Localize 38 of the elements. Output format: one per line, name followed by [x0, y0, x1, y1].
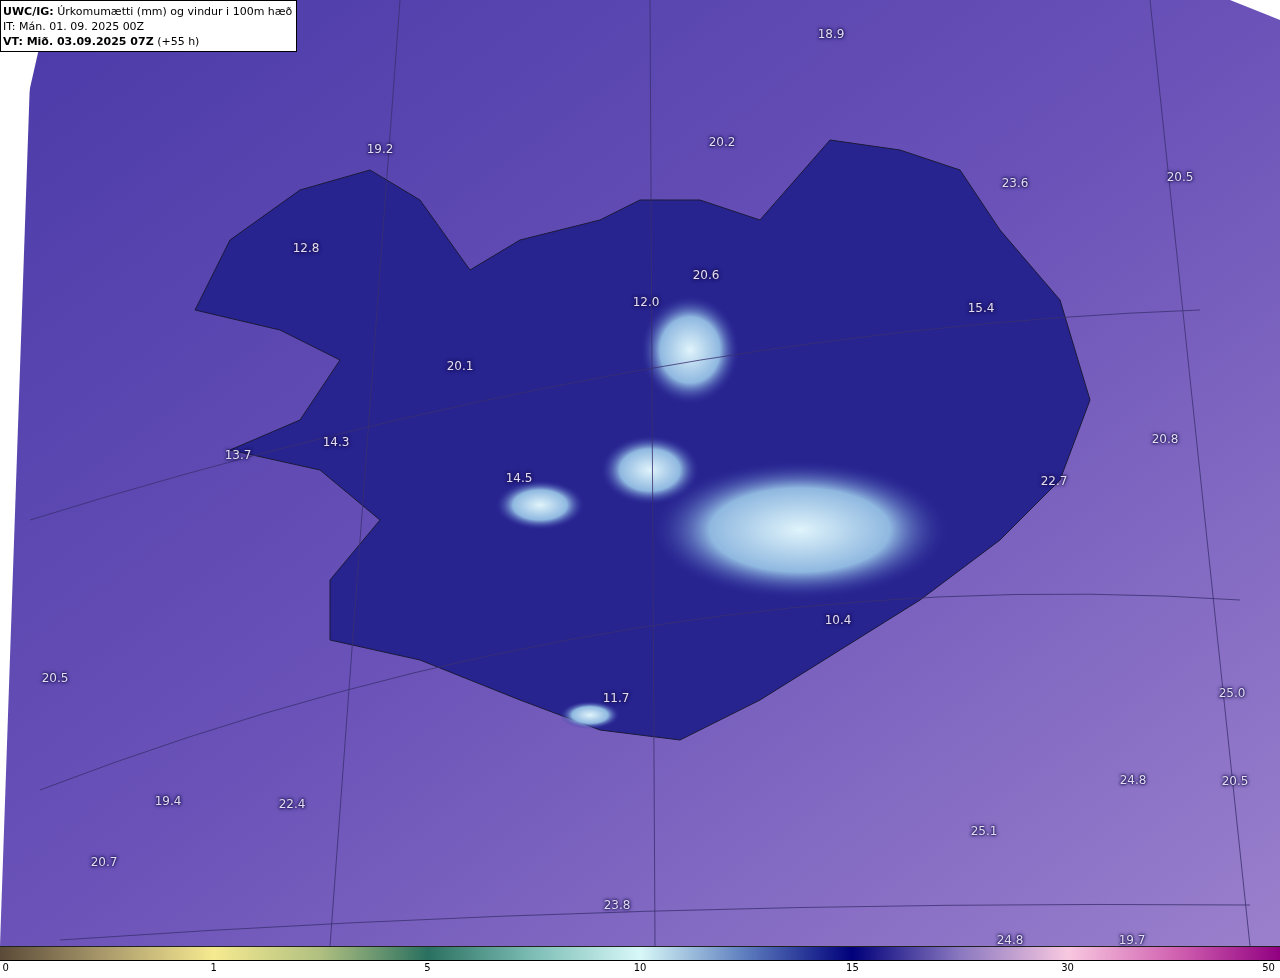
map-title: UWC/IG: Úrkomumætti (mm) og vindur i 100m hæð: [3, 4, 293, 19]
map-value-label: 22.4: [278, 797, 306, 811]
issue-time: IT: Mán. 01. 09. 2025 00Z: [3, 19, 146, 34]
map-value-label: 23.6: [1001, 176, 1029, 190]
map-value-label: 19.7: [1118, 933, 1146, 947]
scale-tick-label: 5: [424, 962, 431, 973]
map-value-label: 20.5: [1166, 170, 1194, 184]
map-value-label: 24.8: [1119, 773, 1147, 787]
scale-tick-label: 15: [846, 962, 859, 973]
map-value-label: 25.0: [1218, 686, 1246, 700]
map-value-label: 23.8: [603, 898, 631, 912]
scale-tick-label: 1: [210, 962, 217, 973]
map-value-label: 19.2: [366, 142, 394, 156]
map-value-label: 20.5: [1221, 774, 1249, 788]
map-value-label: 12.0: [632, 295, 660, 309]
map-value-label: 12.8: [292, 241, 320, 255]
scale-tick-label: 10: [633, 962, 647, 973]
scale-tick-label: 30: [1061, 962, 1074, 973]
map-value-label: 13.7: [224, 448, 252, 462]
valid-time: VT: Mið. 03.09.2025 07Z (+55 h): [3, 34, 201, 49]
map-value-label: 20.1: [446, 359, 474, 373]
map-value-label: 20.2: [708, 135, 736, 149]
map-value-label: 18.9: [817, 27, 845, 41]
map-value-label: 20.7: [90, 855, 118, 869]
map-value-label: 20.5: [41, 671, 69, 685]
map-value-label: 20.6: [692, 268, 720, 282]
map-value-label: 22.7: [1040, 474, 1068, 488]
map-value-label: 15.4: [967, 301, 995, 315]
map-value-label: 14.5: [505, 471, 533, 485]
map-value-label: 19.4: [154, 794, 182, 808]
scale-tick-label: 0: [2, 962, 9, 973]
map-value-label: 24.8: [996, 933, 1024, 947]
map-value-label: 11.7: [602, 691, 630, 705]
map-value-label: 20.8: [1151, 432, 1179, 446]
map-value-label: 25.1: [970, 824, 998, 838]
map-value-label: 14.3: [322, 435, 350, 449]
scale-tick-label: 50: [1262, 962, 1275, 973]
map-value-label: 10.4: [824, 613, 852, 627]
